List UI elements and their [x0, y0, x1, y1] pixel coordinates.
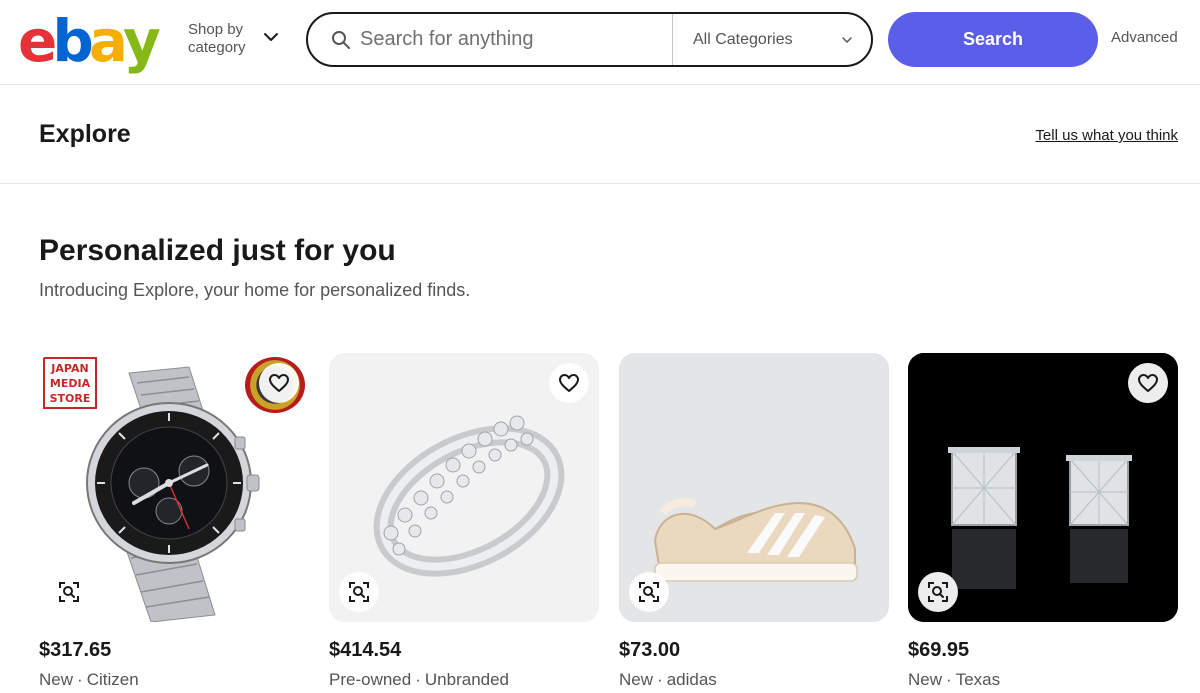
product-meta: Pre-owned · Unbranded [329, 670, 510, 689]
visual-search-button[interactable] [918, 572, 958, 612]
chevron-down-icon [842, 37, 852, 43]
heart-icon [269, 374, 289, 392]
product-price: $73.00 [619, 639, 681, 661]
search-button[interactable]: Search [888, 12, 1098, 67]
visual-search-button[interactable] [339, 572, 379, 612]
product-card[interactable]: JAPAN MEDIA STORE $317.65 New · Citizen [39, 353, 309, 690]
category-select-value: All Categories [693, 30, 793, 48]
heart-icon [559, 374, 579, 392]
product-image[interactable] [908, 353, 1178, 622]
page-title: Explore [39, 120, 131, 148]
product-card[interactable]: $73.00 New · adidas [619, 353, 889, 690]
badge-line-3: STORE [49, 391, 91, 405]
product-price: $414.54 [329, 639, 402, 661]
product-meta: New · Texas [908, 670, 1001, 689]
explore-bar: Explore Tell us what you think [0, 86, 1200, 184]
visual-search-button[interactable] [49, 572, 89, 612]
visual-search-icon [59, 582, 79, 602]
product-brand: Unbranded [424, 670, 510, 689]
product-image[interactable] [619, 353, 889, 622]
watchlist-heart-button[interactable] [259, 363, 299, 403]
product-price: $317.65 [39, 639, 112, 661]
product-condition: Pre-owned [329, 670, 412, 689]
product-meta: New · Citizen [39, 670, 139, 689]
advanced-search-link[interactable]: Advanced [1111, 29, 1178, 46]
badge-line-1: JAPAN [51, 361, 89, 375]
product-brand: Texas [955, 670, 1001, 689]
product-meta: New · adidas [619, 670, 717, 689]
search-input[interactable] [360, 14, 670, 65]
chevron-down-icon[interactable] [262, 30, 280, 44]
badge-line-2: MEDIA [49, 376, 91, 390]
product-condition: New [39, 670, 74, 689]
category-select[interactable]: All Categories [672, 14, 871, 65]
section-subtitle: Introducing Explore, your home for perso… [39, 280, 471, 300]
visual-search-icon [349, 582, 369, 602]
product-image[interactable] [329, 353, 599, 622]
product-card[interactable]: $414.54 Pre-owned · Unbranded [329, 353, 599, 690]
product-brand: adidas [666, 670, 717, 689]
visual-search-icon [639, 582, 659, 602]
logo-letter-y: y [123, 7, 161, 75]
search-icon [332, 31, 350, 49]
shop-by-category-button[interactable]: Shop by category [188, 21, 260, 57]
product-condition: New [908, 670, 943, 689]
visual-search-icon [928, 582, 948, 602]
logo-letter-b: b [52, 7, 93, 75]
logo-letter-a: a [88, 7, 128, 75]
watchlist-heart-button[interactable] [1128, 363, 1168, 403]
product-condition: New [619, 670, 654, 689]
ebay-logo[interactable]: e b a y [18, 6, 161, 75]
product-brand: Citizen [86, 670, 139, 689]
logo-letter-e: e [18, 7, 57, 75]
section-title: Personalized just for you [39, 234, 396, 267]
watchlist-heart-button[interactable] [549, 363, 589, 403]
product-card[interactable]: $69.95 New · Texas [908, 353, 1178, 690]
feedback-link[interactable]: Tell us what you think [1035, 127, 1178, 144]
site-header: e b a y Shop by category All Categories … [0, 0, 1200, 85]
product-image[interactable]: JAPAN MEDIA STORE [39, 353, 309, 622]
search-bar: All Categories [306, 12, 873, 67]
heart-icon [1138, 374, 1158, 392]
visual-search-button[interactable] [629, 572, 669, 612]
japan-media-store-badge: JAPAN MEDIA STORE [43, 357, 97, 409]
product-price: $69.95 [908, 639, 970, 661]
